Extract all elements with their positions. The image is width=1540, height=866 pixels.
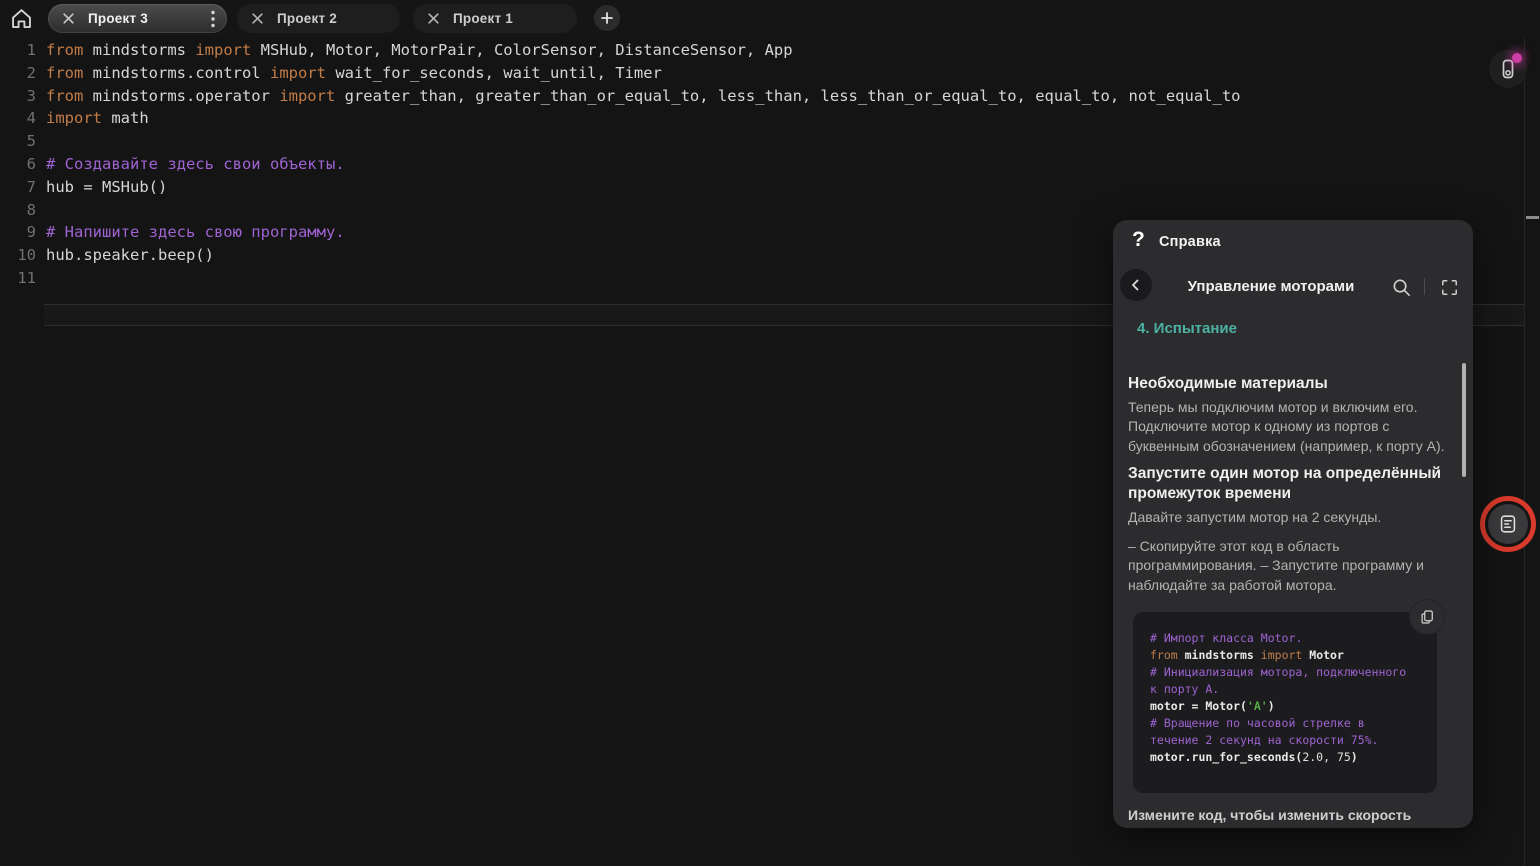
code-line: к порту A. (1150, 681, 1437, 698)
code-line[interactable]: 8 (0, 199, 1241, 222)
code-line[interactable]: 5 (0, 130, 1241, 153)
tab-label: Проект 3 (88, 11, 148, 26)
line-number: 3 (0, 85, 36, 108)
home-icon (8, 5, 35, 32)
code-line: течение 2 секунд на скорости 75%. (1150, 732, 1437, 749)
code-line[interactable]: 4import math (0, 107, 1241, 130)
line-number: 8 (0, 199, 36, 222)
code-line[interactable]: 1from mindstorms import MSHub, Motor, Mo… (0, 39, 1241, 62)
line-number: 5 (0, 130, 36, 153)
code-line: # Инициализация мотора, подключенного (1150, 664, 1437, 681)
paragraph-copy-instructions: – Скопируйте этот код в область программ… (1128, 537, 1460, 595)
paragraph-run: Давайте запустим мотор на 2 секунды. (1128, 508, 1458, 527)
code-line: motor = Motor('A') (1150, 698, 1437, 715)
help-page-title: Управление моторами (1153, 278, 1389, 295)
document-list-icon (1497, 513, 1519, 535)
code-line[interactable]: 9# Напишите здесь свою программу. (0, 221, 1241, 244)
tab-project-2[interactable]: Проект 2 (237, 4, 400, 33)
panel-scrollbar-thumb[interactable] (1462, 363, 1466, 477)
search-icon (1391, 277, 1412, 298)
home-button[interactable] (8, 5, 35, 32)
scrollbar-marker[interactable] (1526, 216, 1539, 219)
section-link-trial[interactable]: 4. Испытание (1137, 320, 1237, 337)
code-snippet-block[interactable]: # Импорт класса Motor.from mindstorms im… (1133, 612, 1437, 793)
new-project-button[interactable] (594, 5, 620, 31)
code-line: # Вращение по часовой стрелке в (1150, 715, 1437, 732)
kebab-menu-icon[interactable] (197, 10, 215, 28)
line-number: 9 (0, 221, 36, 244)
close-icon[interactable] (62, 12, 75, 25)
heading-run-motor: Запустите один мотор на определённый про… (1128, 464, 1448, 503)
close-icon[interactable] (427, 12, 440, 25)
code-line[interactable]: 3from mindstorms.operator import greater… (0, 85, 1241, 108)
back-button[interactable] (1120, 269, 1152, 301)
code-line[interactable]: 6# Создавайте здесь свои объекты. (0, 153, 1241, 176)
line-number: 4 (0, 107, 36, 130)
editor-scrollbar-track (1524, 37, 1525, 866)
close-icon[interactable] (251, 12, 264, 25)
line-number: 10 (0, 244, 36, 267)
notification-dot (1512, 53, 1522, 63)
tab-label: Проект 2 (277, 11, 337, 26)
heading-required-materials: Необходимые материалы (1128, 374, 1328, 394)
back-chevron-icon (1128, 277, 1144, 293)
code-line[interactable]: 11 (0, 267, 1241, 290)
tab-label: Проект 1 (453, 11, 513, 26)
tab-project-3[interactable]: Проект 3 (48, 4, 227, 33)
help-panel: ? Справка Управление моторами 4. Испытан… (1113, 220, 1473, 828)
line-number: 6 (0, 153, 36, 176)
plus-icon (600, 11, 614, 25)
code-line[interactable]: 2from mindstorms.control import wait_for… (0, 62, 1241, 85)
fullscreen-button[interactable] (1436, 274, 1462, 300)
tab-bar: Проект 3 Проект 2 Проект 1 (0, 0, 1540, 37)
code-line: motor.run_for_seconds(2.0, 75) (1150, 749, 1437, 766)
code-line: # Импорт класса Motor. (1150, 630, 1437, 647)
copy-icon (1418, 608, 1436, 626)
tab-project-1[interactable]: Проект 1 (413, 4, 577, 33)
header-divider (1424, 278, 1425, 295)
knowledge-base-button[interactable] (1488, 504, 1528, 544)
code-line[interactable]: 10hub.speaker.beep() (0, 244, 1241, 267)
paragraph-materials: Теперь мы подключим мотор и включим его.… (1128, 398, 1456, 456)
code-line: from mindstorms import Motor (1150, 647, 1437, 664)
help-panel-title: Справка (1159, 234, 1221, 250)
question-mark-icon: ? (1132, 228, 1145, 252)
fullscreen-icon (1440, 278, 1459, 297)
copy-code-button[interactable] (1410, 600, 1444, 634)
code-line[interactable]: 7hub = MSHub() (0, 176, 1241, 199)
line-number: 7 (0, 176, 36, 199)
line-number: 11 (0, 267, 36, 290)
search-button[interactable] (1388, 274, 1414, 300)
line-number: 1 (0, 39, 36, 62)
paragraph-modify-code-partial: Измените код, чтобы изменить скорость мо… (1128, 806, 1458, 828)
line-number: 2 (0, 62, 36, 85)
code-lines: 1from mindstorms import MSHub, Motor, Mo… (0, 39, 1241, 290)
